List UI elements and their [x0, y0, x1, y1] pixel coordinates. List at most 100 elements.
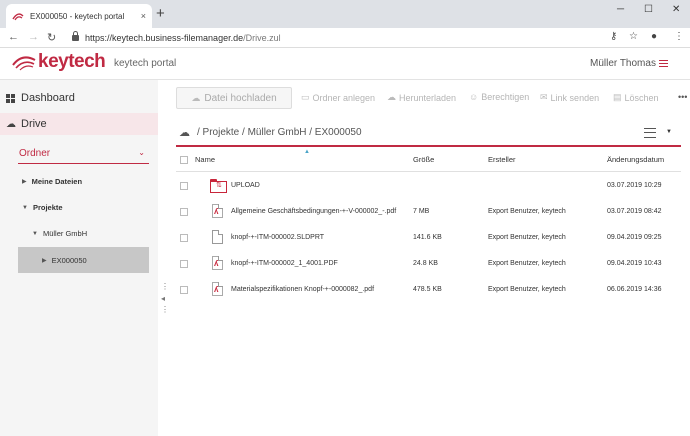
cloud-download-icon: ☁: [387, 92, 396, 102]
cloud-icon: ☁: [179, 127, 190, 139]
lock-icon: [72, 31, 79, 41]
column-header-creator[interactable]: Ersteller: [488, 155, 516, 164]
tree-item-mueller-gmbh[interactable]: ▼ Müller GmbH: [32, 229, 87, 238]
select-all-checkbox[interactable]: [180, 156, 188, 164]
file-size: 24.8 KB: [413, 260, 438, 267]
tree-item-label: Müller GmbH: [42, 229, 88, 238]
portal-title: keytech portal: [114, 58, 177, 69]
tree-item-meine-dateien[interactable]: ▶ Meine Dateien: [22, 177, 82, 186]
more-options-icon[interactable]: •••: [678, 92, 687, 102]
splitter-collapse-icon[interactable]: ◂: [161, 294, 165, 303]
modified-date: 03.07.2019 10:29: [607, 182, 662, 189]
logo-text[interactable]: keytech: [38, 51, 106, 73]
pdf-icon: ʎ: [212, 256, 223, 270]
file-size: 478.5 KB: [413, 286, 442, 293]
folder-outline-icon: ▭: [301, 92, 310, 102]
reload-icon[interactable]: ↻: [47, 31, 56, 44]
row-checkbox[interactable]: [180, 182, 188, 190]
nav-item-label: Dashboard: [21, 92, 75, 104]
star-icon[interactable]: ☆: [629, 31, 638, 42]
select-value: Ordner: [19, 148, 51, 159]
row-checkbox[interactable]: [180, 286, 188, 294]
creator: Export Benutzer, keytech: [488, 234, 566, 241]
send-link-button[interactable]: ✉ Link senden: [540, 92, 599, 103]
file-name[interactable]: UPLOAD: [231, 182, 260, 189]
row-checkbox[interactable]: [180, 260, 188, 268]
browser-menu-icon[interactable]: ⋮: [674, 31, 684, 42]
creator: Export Benutzer, keytech: [488, 260, 566, 267]
action-label: Link senden: [550, 92, 600, 103]
nav-item-label: Drive: [21, 118, 47, 130]
action-label: Ordner anlegen: [312, 92, 376, 103]
hamburger-menu-icon[interactable]: [659, 60, 668, 67]
app-header: keytech keytech portal Müller Thomas: [0, 48, 690, 80]
upload-button[interactable]: ☁ Datei hochladen: [176, 87, 292, 109]
pdf-icon: ʎ: [212, 204, 223, 218]
collapse-triangle-icon: ▼: [32, 230, 38, 237]
folder-type-select[interactable]: Ordner ⌄: [18, 148, 149, 164]
forward-icon[interactable]: →: [28, 31, 39, 43]
window-minimize-button[interactable]: ─: [617, 4, 624, 15]
breadcrumb-underline: [176, 145, 681, 147]
file-icon: [212, 230, 223, 244]
file-name[interactable]: Materialspezifikationen Knopf-+-0000082_…: [231, 286, 374, 293]
permissions-button[interactable]: ☺ Berechtigen: [469, 92, 529, 102]
row-checkbox[interactable]: [180, 208, 188, 216]
tree-item-label: Projekte: [32, 203, 63, 212]
modified-date: 06.06.2019 14:36: [607, 286, 662, 293]
key-icon[interactable]: ⚷: [610, 31, 617, 42]
browser-tab-bar: EX000050 - keytech portal × + ─ ☐ ✕: [0, 0, 690, 28]
folder-icon: ⇅: [210, 179, 227, 193]
keytech-logo-icon: [12, 56, 36, 71]
breadcrumb-path[interactable]: / Projekte / Müller GmbH / EX000050: [197, 127, 362, 138]
list-view-icon[interactable]: [644, 128, 656, 138]
new-tab-button[interactable]: +: [156, 6, 165, 22]
column-header-size[interactable]: Größe: [413, 155, 434, 164]
chevron-down-icon: ⌄: [138, 148, 145, 157]
tab-close-icon[interactable]: ×: [141, 11, 146, 21]
splitter-handle-icon[interactable]: ⋮: [161, 305, 169, 314]
browser-toolbar: ← → ↻ https://keytech.business-filemanag…: [0, 28, 690, 48]
action-label: Herunterladen: [399, 92, 457, 103]
column-header-modified[interactable]: Änderungsdatum: [607, 155, 664, 164]
row-checkbox[interactable]: [180, 234, 188, 242]
browser-tab[interactable]: EX000050 - keytech portal ×: [6, 4, 152, 28]
nav-item-dashboard[interactable]: Dashboard: [0, 87, 158, 109]
users-icon: ☺: [469, 92, 479, 102]
pdf-icon: ʎ: [212, 282, 223, 296]
file-name[interactable]: knopf-+-ITM-000002.SLDPRT: [231, 234, 324, 241]
upload-label: Datei hochladen: [204, 92, 277, 104]
splitter-handle-icon[interactable]: ⋮: [161, 282, 169, 291]
user-name[interactable]: Müller Thomas: [590, 58, 656, 69]
dashboard-grid-icon: [6, 93, 15, 103]
modified-date: 03.07.2019 08:42: [607, 208, 662, 215]
tree-item-label: Meine Dateien: [31, 177, 83, 186]
envelope-icon: ✉: [540, 92, 548, 102]
creator: Export Benutzer, keytech: [488, 208, 566, 215]
caret-down-icon[interactable]: ▼: [666, 129, 672, 135]
address-bar[interactable]: https://keytech.business-filemanager.de /…: [70, 30, 618, 46]
expand-triangle-icon: ▶: [22, 179, 27, 185]
file-size: 141.6 KB: [413, 234, 442, 241]
url-path: /Drive.zul: [243, 33, 281, 43]
file-size: 7 MB: [413, 208, 430, 215]
tree-item-projekte[interactable]: ▼ Projekte: [22, 203, 63, 212]
creator: Export Benutzer, keytech: [488, 286, 566, 293]
sort-ascending-icon[interactable]: ▲: [304, 149, 310, 155]
nav-item-drive[interactable]: ☁ Drive: [0, 113, 158, 135]
back-icon[interactable]: ←: [8, 31, 19, 43]
tree-item-ex000050[interactable]: ▶ EX000050: [18, 247, 149, 273]
trash-icon: ▤: [613, 92, 622, 102]
tab-title: EX000050 - keytech portal: [30, 11, 125, 21]
new-folder-button[interactable]: ▭ Ordner anlegen: [301, 92, 375, 103]
keytech-favicon: [12, 12, 24, 20]
file-name[interactable]: Allgemeine Geschäftsbedingungen-+-V-0000…: [231, 208, 396, 215]
window-close-button[interactable]: ✕: [672, 4, 680, 15]
file-name[interactable]: knopf-+-ITM-000002_1_4001.PDF: [231, 260, 338, 267]
download-button[interactable]: ☁ Herunterladen: [387, 92, 456, 103]
window-maximize-button[interactable]: ☐: [644, 4, 653, 15]
profile-icon[interactable]: ●: [651, 31, 657, 42]
modified-date: 09.04.2019 09:25: [607, 234, 662, 241]
column-header-name[interactable]: Name: [195, 155, 215, 164]
delete-button[interactable]: ▤ Löschen: [613, 92, 659, 103]
